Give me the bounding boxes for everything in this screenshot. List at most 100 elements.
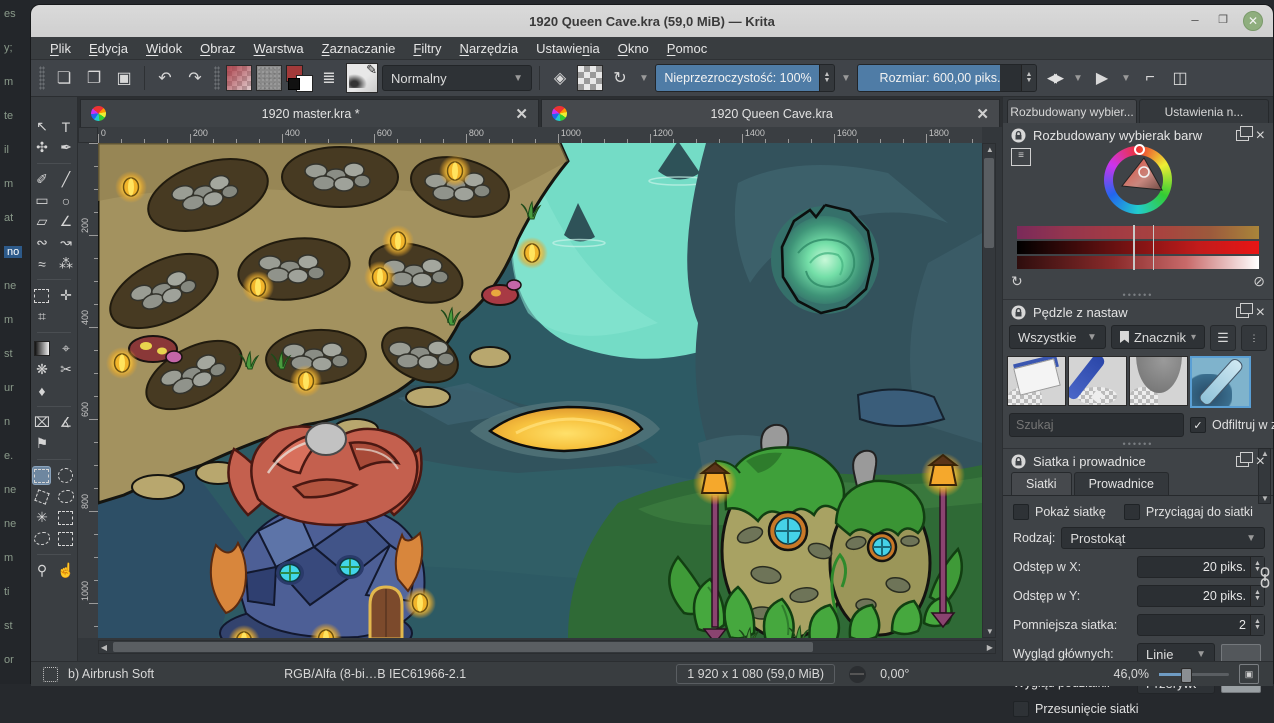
value-bar[interactable] bbox=[1017, 256, 1259, 269]
menu-okno[interactable]: Okno bbox=[609, 39, 658, 58]
zoom-slider[interactable] bbox=[1159, 673, 1229, 676]
undo-button[interactable]: ↶ bbox=[152, 65, 178, 91]
display-mode-icon[interactable]: ⋮ bbox=[1241, 325, 1267, 351]
close-tab-icon[interactable]: ✕ bbox=[515, 105, 528, 123]
minimize-button[interactable]: – bbox=[1185, 11, 1205, 31]
grid-offset-checkbox[interactable] bbox=[1013, 701, 1029, 717]
brush-composite-icon[interactable]: ≣ bbox=[316, 65, 342, 91]
rectangle-tool-icon[interactable]: ▭ bbox=[32, 191, 51, 210]
ellipse-tool-icon[interactable]: ○ bbox=[56, 191, 75, 210]
snap-to-grid-checkbox[interactable] bbox=[1124, 504, 1140, 520]
fill-tool-icon[interactable]: ♦ bbox=[32, 381, 51, 400]
menu-pomoc[interactable]: Pomoc bbox=[658, 39, 716, 58]
tab-guides[interactable]: Prowadnice bbox=[1074, 472, 1169, 495]
color-picker-tool-icon[interactable]: ⌖ bbox=[56, 339, 75, 358]
show-panel-button[interactable]: ◫ bbox=[1167, 65, 1193, 91]
saturation-bar[interactable] bbox=[1017, 241, 1259, 254]
chevron-down-icon[interactable]: ▼ bbox=[1071, 73, 1085, 84]
menu-narzędzia[interactable]: Narzędzia bbox=[451, 39, 528, 58]
freehand-brush-tool-icon[interactable]: ✐ bbox=[32, 170, 51, 189]
grid-type-dropdown[interactable]: Prostokąt ▼ bbox=[1061, 527, 1265, 549]
preset-eraser-soft[interactable] bbox=[1007, 356, 1066, 406]
smart-patch-tool-icon[interactable]: ✂ bbox=[56, 360, 75, 379]
y-spacing-spinbox[interactable]: 20 piks. ▲▼ bbox=[1137, 585, 1265, 607]
refresh-history-icon[interactable]: ↻ bbox=[1011, 273, 1023, 290]
blending-mode-dropdown[interactable]: Normalny ▼ bbox=[382, 65, 532, 91]
wrap-around-button[interactable]: ⌐ bbox=[1137, 65, 1163, 91]
size-spinner[interactable]: ▲▼ bbox=[1021, 65, 1036, 91]
menu-filtry[interactable]: Filtry bbox=[404, 39, 450, 58]
freehand-selection-tool-icon[interactable] bbox=[56, 487, 75, 506]
lock-icon[interactable] bbox=[1011, 128, 1026, 143]
size-slider[interactable]: Rozmiar: 600,00 piks. ▲▼ bbox=[857, 64, 1037, 92]
menu-obraz[interactable]: Obraz bbox=[191, 39, 244, 58]
similar-color-selection-tool-icon[interactable]: ✳ bbox=[32, 508, 51, 527]
zoom-tool-icon[interactable]: ⚲ bbox=[32, 561, 51, 580]
search-input[interactable] bbox=[1009, 413, 1184, 437]
chevron-down-icon[interactable]: ▼ bbox=[1119, 73, 1133, 84]
float-docker-icon[interactable] bbox=[1236, 307, 1249, 318]
redo-button[interactable]: ↷ bbox=[182, 65, 208, 91]
transform-tool-icon[interactable] bbox=[32, 286, 51, 305]
tab-advanced-color-selector[interactable]: Rozbudowany wybier... bbox=[1007, 99, 1137, 123]
preserve-alpha-button[interactable] bbox=[577, 65, 603, 91]
tab-1920-master[interactable]: 1920 master.kra * ✕ bbox=[80, 99, 539, 127]
eraser-mode-button[interactable]: ◈ bbox=[547, 65, 573, 91]
zoom-slider-handle[interactable] bbox=[1181, 668, 1192, 683]
pattern-chooser[interactable] bbox=[256, 65, 282, 91]
move-tool-icon[interactable]: ✛ bbox=[56, 286, 75, 305]
preset-ink-pen[interactable] bbox=[1068, 356, 1127, 406]
lock-icon[interactable] bbox=[1011, 454, 1026, 469]
close-docker-icon[interactable]: × bbox=[1256, 307, 1265, 319]
vertical-scrollbar[interactable]: ▲ ▼ bbox=[982, 143, 996, 638]
tab-grids[interactable]: Siatki bbox=[1011, 472, 1072, 495]
freehand-path-tool-icon[interactable]: ↝ bbox=[56, 233, 75, 252]
close-button[interactable]: ✕ bbox=[1243, 11, 1263, 31]
elliptical-selection-tool-icon[interactable] bbox=[56, 466, 75, 485]
canvas-rotation-knob[interactable] bbox=[849, 666, 866, 683]
reload-preset-button[interactable]: ↻ bbox=[607, 65, 633, 91]
menu-zaznaczanie[interactable]: Zaznaczanie bbox=[313, 39, 405, 58]
measure-tool-icon[interactable]: ∡ bbox=[56, 413, 75, 432]
rectangular-selection-tool-icon[interactable] bbox=[32, 466, 51, 485]
polygon-tool-icon[interactable]: ▱ bbox=[32, 212, 51, 231]
bezier-selection-tool-icon[interactable] bbox=[56, 508, 75, 527]
tab-tool-options[interactable]: Ustawienia n... bbox=[1139, 99, 1269, 123]
maximize-button[interactable]: ❐ bbox=[1213, 11, 1233, 31]
reference-images-tool-icon[interactable]: ⚑ bbox=[32, 434, 51, 453]
lighten-tool-icon[interactable]: ❋ bbox=[32, 360, 51, 379]
menu-warstwa[interactable]: Warstwa bbox=[245, 39, 313, 58]
calligraphy-tool-icon[interactable]: ✒ bbox=[56, 138, 75, 157]
menu-plik[interactable]: Plik bbox=[41, 39, 80, 58]
chevron-down-icon[interactable]: ▼ bbox=[637, 73, 651, 84]
crop-tool-icon[interactable]: ⌗ bbox=[32, 307, 51, 326]
image-dimensions-button[interactable]: 1 920 x 1 080 (59,0 MiB) bbox=[676, 664, 835, 684]
color-wheel[interactable] bbox=[1104, 146, 1172, 214]
gradient-tool-icon[interactable] bbox=[32, 339, 51, 358]
show-grid-checkbox[interactable] bbox=[1013, 504, 1029, 520]
menu-icon[interactable]: ☰ bbox=[1210, 325, 1236, 351]
polyline-tool-icon[interactable]: ∠ bbox=[56, 212, 75, 231]
canvas-document[interactable] bbox=[98, 143, 982, 638]
mirror-horizontal-button[interactable]: ◀▶ bbox=[1041, 65, 1067, 91]
menu-ustawienia[interactable]: Ustawienia bbox=[527, 39, 609, 58]
filter-by-tag-checkbox[interactable]: ✓ bbox=[1190, 417, 1206, 433]
preset-filter-dropdown[interactable]: Wszystkie ▼ bbox=[1009, 325, 1106, 349]
assistants-tool-icon[interactable]: ⌧ bbox=[32, 413, 51, 432]
close-docker-icon[interactable]: × bbox=[1256, 130, 1265, 142]
float-docker-icon[interactable] bbox=[1236, 130, 1249, 141]
overview-button[interactable]: ▣ bbox=[1239, 664, 1259, 684]
chevron-down-icon[interactable]: ▼ bbox=[839, 73, 853, 84]
edit-shapes-tool-icon[interactable]: ✣ bbox=[32, 138, 51, 157]
line-tool-icon[interactable]: ╱ bbox=[56, 170, 75, 189]
multibrush-tool-icon[interactable]: ⁂ bbox=[56, 254, 75, 273]
dynamic-brush-tool-icon[interactable]: ≈ bbox=[32, 254, 51, 273]
mirror-vertical-button[interactable]: ▶ bbox=[1089, 65, 1115, 91]
menu-widok[interactable]: Widok bbox=[137, 39, 191, 58]
open-document-button[interactable]: ❐ bbox=[81, 65, 107, 91]
opacity-slider[interactable]: Nieprzezroczystość: 100% ▲▼ bbox=[655, 64, 835, 92]
save-button[interactable]: ▣ bbox=[111, 65, 137, 91]
gradient-chooser[interactable] bbox=[226, 65, 252, 91]
tab-1920-queen-cave[interactable]: 1920 Queen Cave.kra ✕ bbox=[541, 99, 1000, 127]
toolbar-grip[interactable] bbox=[214, 66, 220, 90]
